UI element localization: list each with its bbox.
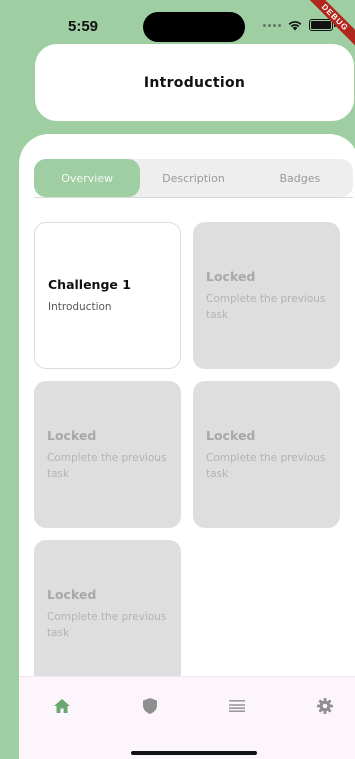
nav-settings[interactable] bbox=[314, 695, 336, 717]
gear-icon bbox=[317, 698, 333, 714]
nav-shield[interactable] bbox=[139, 695, 161, 717]
tab-badges[interactable]: Badges bbox=[247, 159, 353, 197]
locked-title: Locked bbox=[47, 587, 97, 602]
tab-bar: Overview Description Badges bbox=[34, 159, 353, 197]
dynamic-island bbox=[143, 12, 245, 42]
header-card: Introduction bbox=[35, 44, 354, 121]
locked-card[interactable]: Locked Complete the previous task bbox=[193, 222, 340, 369]
tab-divider bbox=[34, 197, 353, 198]
status-bar: 5:59 bbox=[0, 0, 355, 48]
status-icons bbox=[263, 19, 336, 31]
locked-card[interactable]: Locked Complete the previous task bbox=[193, 381, 340, 528]
locked-title: Locked bbox=[47, 427, 97, 443]
shield-icon bbox=[143, 698, 157, 714]
locked-title: Locked bbox=[206, 268, 256, 284]
battery-icon bbox=[309, 19, 336, 31]
bottom-nav bbox=[19, 676, 355, 759]
tab-overview[interactable]: Overview bbox=[34, 159, 141, 197]
challenge-title: Challenge 1 bbox=[48, 276, 131, 292]
locked-title: Locked bbox=[206, 427, 256, 443]
nav-home[interactable] bbox=[51, 695, 73, 717]
status-time: 5:59 bbox=[68, 18, 99, 35]
tab-description[interactable]: Description bbox=[140, 159, 246, 197]
locked-subtitle: Complete the previous task bbox=[206, 451, 326, 480]
home-indicator[interactable] bbox=[131, 751, 257, 755]
locked-subtitle: Complete the previous task bbox=[206, 292, 326, 321]
home-icon bbox=[54, 699, 70, 713]
challenge-subtitle: Introduction bbox=[48, 300, 112, 313]
locked-card[interactable]: Locked Complete the previous task bbox=[34, 381, 181, 528]
wifi-icon bbox=[288, 21, 302, 31]
cellular-icon bbox=[263, 23, 281, 27]
list-icon bbox=[229, 700, 245, 712]
page-title: Introduction bbox=[143, 74, 246, 91]
nav-list[interactable] bbox=[226, 695, 248, 717]
locked-subtitle: Complete the previous task bbox=[47, 451, 167, 480]
challenge-card[interactable]: Challenge 1 Introduction bbox=[34, 222, 181, 369]
locked-card[interactable]: Locked Complete the previous task bbox=[34, 540, 181, 676]
locked-subtitle: Complete the previous task bbox=[47, 611, 167, 639]
